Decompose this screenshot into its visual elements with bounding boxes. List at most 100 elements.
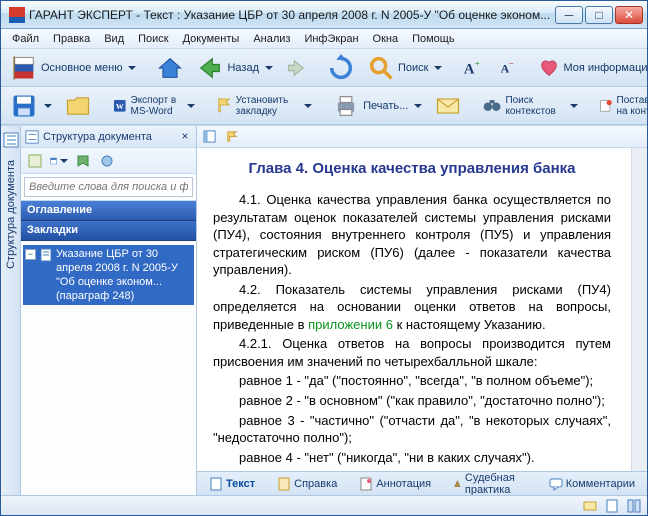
menu-edit[interactable]: Правка xyxy=(46,31,97,47)
back-label: Назад xyxy=(227,62,259,74)
email-icon xyxy=(434,92,462,120)
status-icon-3[interactable] xyxy=(627,499,641,513)
text-icon xyxy=(209,477,223,491)
maximize-button[interactable]: □ xyxy=(585,6,613,24)
section-toc[interactable]: Оглавление xyxy=(21,201,196,221)
para-4-2-1: 4.2.1. Оценка ответов на вопросы произво… xyxy=(213,335,611,370)
window-controls: ─ □ ✕ xyxy=(555,6,643,24)
menu-search[interactable]: Поиск xyxy=(131,31,175,47)
structure-icon xyxy=(25,130,39,144)
status-icon-2[interactable] xyxy=(605,499,619,513)
menu-analysis[interactable]: Анализ xyxy=(246,31,297,47)
side-tab-strip: Структура документа xyxy=(1,126,21,495)
doc-tool-2[interactable] xyxy=(223,129,239,145)
side-tab-label[interactable]: Структура документа xyxy=(5,156,17,273)
font-minus-icon: A− xyxy=(496,57,518,79)
main-menu-button[interactable]: Основное меню xyxy=(5,52,141,84)
structure-search-input[interactable] xyxy=(24,177,193,197)
scale-eq1: равное 1 - "да" ("постоянно", "всегда", … xyxy=(213,372,611,390)
document-body[interactable]: Глава 4. Оценка качества управления банк… xyxy=(197,148,631,471)
document-mini-toolbar xyxy=(197,126,647,148)
sp-tool-1[interactable] xyxy=(25,151,45,171)
link-appendix-6a[interactable]: приложении 6 xyxy=(308,317,393,332)
menu-file[interactable]: Файл xyxy=(5,31,46,47)
comments-icon xyxy=(549,477,563,491)
svg-text:−: − xyxy=(509,59,514,68)
structure-tab-icon[interactable] xyxy=(3,132,19,148)
search-button[interactable]: Поиск xyxy=(362,52,447,84)
home-icon xyxy=(156,54,184,82)
tab-text[interactable]: Текст xyxy=(205,475,259,493)
print-label: Печать... xyxy=(363,100,408,112)
open-button[interactable] xyxy=(59,90,97,122)
word-icon: W xyxy=(112,92,128,120)
menu-documents[interactable]: Документы xyxy=(176,31,247,47)
tab-reference[interactable]: Справка xyxy=(273,475,341,493)
my-info-button[interactable]: Моя информация xyxy=(533,52,648,84)
forward-button[interactable] xyxy=(280,52,312,84)
heart-icon xyxy=(538,57,560,79)
para-4-2: 4.2. Показатель системы управления риска… xyxy=(213,281,611,334)
structure-tree: − Указание ЦБР от 30 апреля 2008 г. N 20… xyxy=(21,241,196,495)
svg-text:+: + xyxy=(475,59,480,68)
menu-view[interactable]: Вид xyxy=(97,31,131,47)
export-word-button[interactable]: W Экспорт в MS-Word xyxy=(107,90,200,122)
binoculars-icon xyxy=(482,92,502,120)
structure-panel-tools xyxy=(21,148,196,174)
home-button[interactable] xyxy=(151,52,189,84)
structure-panel-close[interactable]: × xyxy=(178,130,192,144)
sp-tool-3[interactable] xyxy=(73,151,93,171)
sp-tool-4[interactable] xyxy=(97,151,117,171)
tab-annotation[interactable]: Аннотация xyxy=(355,475,435,493)
font-larger-button[interactable]: A+ xyxy=(457,52,489,84)
sp-tool-2[interactable] xyxy=(49,151,69,171)
document-tabs: Текст Справка Аннотация Судебная практик… xyxy=(197,471,647,495)
menu-help[interactable]: Помощь xyxy=(405,31,462,47)
bookmark-flag-icon xyxy=(215,92,233,120)
tab-comments[interactable]: Комментарии xyxy=(545,475,639,493)
font-smaller-button[interactable]: A− xyxy=(491,52,523,84)
chapter-heading: Глава 4. Оценка качества управления банк… xyxy=(213,160,611,177)
menu-bar: Файл Правка Вид Поиск Документы Анализ И… xyxy=(1,29,647,49)
control-pin-icon xyxy=(598,92,614,120)
judicial-icon xyxy=(453,477,462,491)
font-plus-icon: A+ xyxy=(462,57,484,79)
menu-windows[interactable]: Окна xyxy=(366,31,406,47)
to-control-button[interactable]: Поставить на контроль xyxy=(593,90,648,122)
doc-tool-1[interactable] xyxy=(201,129,217,145)
document-icon xyxy=(39,248,53,262)
section-bookmarks[interactable]: Закладки xyxy=(21,221,196,241)
title-bar: ГАРАНТ ЭКСПЕРТ - Текст : Указание ЦБР от… xyxy=(1,1,647,29)
status-icon-1[interactable] xyxy=(583,499,597,513)
search-contexts-button[interactable]: Поиск контекстов xyxy=(477,90,582,122)
toolbar-document: W Экспорт в MS-Word Установить закладку … xyxy=(1,87,647,125)
save-button[interactable] xyxy=(5,90,57,122)
toolbar-main: Основное меню Назад Поиск A+ A− Моя инфо… xyxy=(1,49,647,87)
status-bar xyxy=(1,495,647,515)
structure-panel-title: Структура документа xyxy=(43,131,174,143)
print-button[interactable]: Печать... xyxy=(327,90,427,122)
tab-judicial[interactable]: Судебная практика xyxy=(449,470,531,496)
tree-item[interactable]: − Указание ЦБР от 30 апреля 2008 г. N 20… xyxy=(23,245,194,305)
reference-icon xyxy=(277,477,291,491)
tree-item-label: Указание ЦБР от 30 апреля 2008 г. N 2005… xyxy=(56,247,192,303)
app-window: ГАРАНТ ЭКСПЕРТ - Текст : Указание ЦБР от… xyxy=(0,0,648,516)
window-title: ГАРАНТ ЭКСПЕРТ - Текст : Указание ЦБР от… xyxy=(29,8,555,22)
refresh-icon xyxy=(327,54,355,82)
email-button[interactable] xyxy=(429,90,467,122)
vertical-scrollbar[interactable] xyxy=(631,148,647,471)
refresh-button[interactable] xyxy=(322,52,360,84)
document-view: Глава 4. Оценка качества управления банк… xyxy=(197,126,647,495)
structure-search xyxy=(21,174,196,201)
set-bookmark-label: Установить закладку xyxy=(236,95,298,117)
minimize-button[interactable]: ─ xyxy=(555,6,583,24)
menu-infscreen[interactable]: ИнфЭкран xyxy=(297,31,365,47)
flag-icon xyxy=(10,54,38,82)
forward-arrow-icon xyxy=(285,57,307,79)
close-button[interactable]: ✕ xyxy=(615,6,643,24)
structure-panel: Структура документа × Оглавление Закладк… xyxy=(21,126,197,495)
tree-expand-icon[interactable]: − xyxy=(25,249,36,260)
back-button[interactable]: Назад xyxy=(191,52,278,84)
scale-eq3: равное 3 - "частично" ("отчасти да", "в … xyxy=(213,412,611,447)
set-bookmark-button[interactable]: Установить закладку xyxy=(210,90,318,122)
